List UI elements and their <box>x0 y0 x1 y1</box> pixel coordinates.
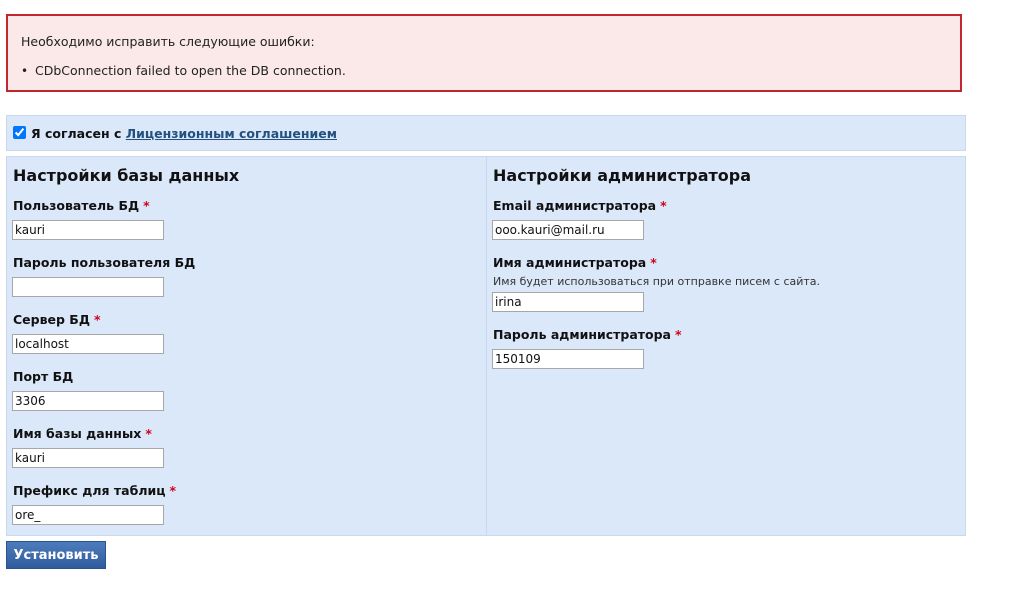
table-prefix-input[interactable] <box>12 505 164 525</box>
db-password-label-text: Пароль пользователя БД <box>13 255 196 270</box>
db-password-label: Пароль пользователя БД <box>13 255 195 270</box>
db-port-label-text: Порт БД <box>13 369 74 384</box>
db-name-input[interactable] <box>12 448 164 468</box>
admin-name-label: Имя администратора * <box>493 255 657 270</box>
install-button[interactable]: Установить <box>6 541 106 569</box>
error-summary-title: Необходимо исправить следующие ошибки: <box>21 34 315 49</box>
db-user-label-text: Пользователь БД <box>13 198 140 213</box>
column-divider <box>486 157 487 535</box>
db-password-input[interactable] <box>12 277 164 297</box>
db-server-label-text: Сервер БД <box>13 312 90 327</box>
required-marker: * <box>93 312 101 327</box>
admin-password-label-text: Пароль администратора <box>493 327 671 342</box>
table-prefix-label: Префикс для таблиц * <box>13 483 176 498</box>
db-name-label-text: Имя базы данных <box>13 426 142 441</box>
admin-name-input[interactable] <box>492 292 644 312</box>
admin-password-input[interactable] <box>492 349 644 369</box>
admin-name-hint: Имя будет использоваться при отправке пи… <box>493 275 821 288</box>
license-agreement-link[interactable]: Лицензионным соглашением <box>126 126 337 141</box>
required-marker: * <box>660 198 667 213</box>
required-marker: * <box>675 327 682 342</box>
admin-email-input[interactable] <box>492 220 644 240</box>
license-agree-text: Я согласен с <box>31 126 122 141</box>
db-server-label: Сервер БД * <box>13 312 101 327</box>
required-marker: * <box>169 483 177 498</box>
admin-settings-title: Настройки администратора <box>493 166 752 185</box>
error-summary: Необходимо исправить следующие ошибки: C… <box>6 14 962 92</box>
license-agreement-row: Я согласен с Лицензионным соглашением <box>6 115 966 151</box>
admin-email-label-text: Email администратора <box>493 198 657 213</box>
install-form-panel: Настройки базы данных Пользователь БД* П… <box>6 156 966 536</box>
db-settings-title: Настройки базы данных <box>13 166 240 185</box>
db-user-input[interactable] <box>12 220 164 240</box>
error-list: CDbConnection failed to open the DB conn… <box>21 63 346 78</box>
license-agree-label: Я согласен с Лицензионным соглашением <box>31 126 337 141</box>
table-prefix-label-text: Префикс для таблиц <box>13 483 166 498</box>
db-name-label: Имя базы данных * <box>13 426 152 441</box>
required-marker: * <box>145 426 152 441</box>
admin-name-label-text: Имя администратора <box>493 255 647 270</box>
required-marker: * <box>650 255 657 270</box>
db-port-input[interactable] <box>12 391 164 411</box>
required-marker: * <box>143 198 150 213</box>
db-user-label: Пользователь БД * <box>13 198 150 213</box>
license-agree-checkbox[interactable] <box>13 126 26 139</box>
error-item: CDbConnection failed to open the DB conn… <box>21 63 346 78</box>
admin-email-label: Email администратора * <box>493 198 667 213</box>
admin-password-label: Пароль администратора * <box>493 327 682 342</box>
db-port-label: Порт БД <box>13 369 73 384</box>
db-server-input[interactable] <box>12 334 164 354</box>
